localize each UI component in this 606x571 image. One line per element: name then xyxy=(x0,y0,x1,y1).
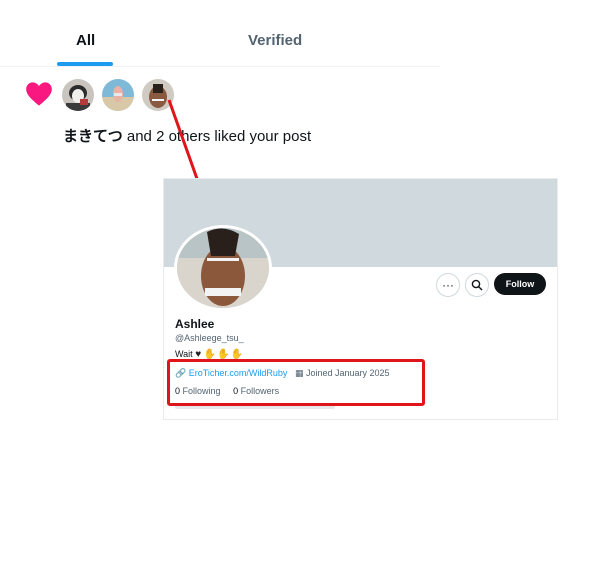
profile-avatar[interactable] xyxy=(174,225,272,311)
profile-name: Ashlee xyxy=(175,317,215,331)
profile-handle: @Ashleege_tsu_ xyxy=(175,333,244,343)
bio-text: Wait xyxy=(175,349,193,359)
profile-avatar-image xyxy=(177,228,269,308)
search-icon xyxy=(471,279,483,291)
search-button[interactable] xyxy=(465,273,489,297)
highlight-box xyxy=(167,359,425,406)
follow-button[interactable]: Follow xyxy=(494,273,546,295)
more-button[interactable]: ··· xyxy=(436,273,460,297)
